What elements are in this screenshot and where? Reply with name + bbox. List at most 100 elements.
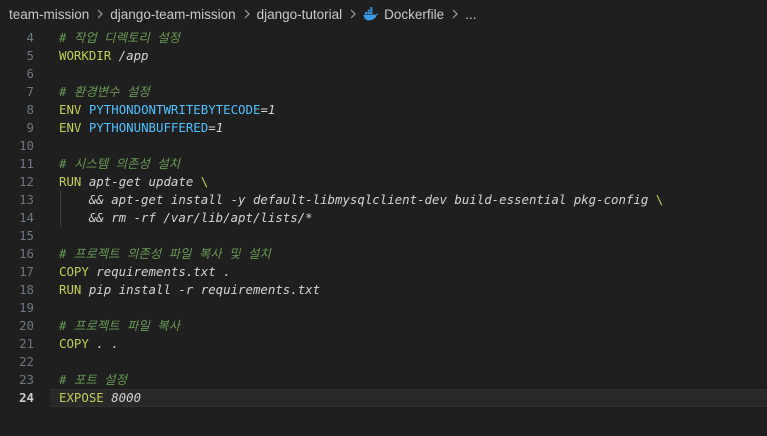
code-token-num: 8000	[103, 390, 142, 405]
code-token-comment: # 프로젝트 파일 복사	[59, 318, 181, 333]
code-line[interactable]: 6	[0, 65, 767, 83]
code-token-op	[81, 102, 88, 117]
line-number: 17	[19, 264, 34, 279]
line-number: 18	[19, 282, 34, 297]
line-number: 13	[19, 192, 34, 207]
code-token-keyword: RUN	[59, 282, 82, 297]
code-line-text: EXPOSE 8000	[59, 389, 141, 407]
code-line[interactable]: 16 # 프로젝트 의존성 파일 복사 및 설치	[0, 245, 767, 263]
code-token-plain: && apt-get install -y default-libmysqlcl…	[59, 192, 656, 207]
chevron-right-icon	[244, 9, 250, 19]
code-line[interactable]: 8 ENV PYTHONDONTWRITEBYTECODE=1	[0, 101, 767, 119]
code-token-op: =	[260, 102, 268, 117]
code-token-comment: # 프로젝트 의존성 파일 복사 및 설치	[59, 246, 271, 261]
line-number: 22	[19, 354, 34, 369]
code-line-text: RUN apt-get update \	[59, 173, 208, 191]
code-line[interactable]: 17 COPY requirements.txt .	[0, 263, 767, 281]
line-number: 10	[19, 138, 34, 153]
code-line[interactable]: 21 COPY . .	[0, 335, 767, 353]
code-line-text: WORKDIR /app	[59, 47, 149, 65]
code-token-plain: apt-get update	[81, 174, 201, 189]
code-token-plain: pip install -r requirements.txt	[81, 282, 321, 297]
code-token-keyword: COPY	[59, 336, 89, 351]
chevron-right-icon	[452, 9, 459, 19]
breadcrumb: team-mission django-team-mission django-…	[0, 0, 767, 28]
code-token-comment: # 환경변수 설정	[59, 84, 150, 99]
code-token-comment: # 포트 설정	[59, 372, 127, 387]
line-number: 14	[19, 210, 34, 225]
docker-icon	[363, 7, 379, 21]
code-token-keyword: ENV	[59, 120, 82, 135]
code-token-var: PYTHONUNBUFFERED	[88, 120, 209, 135]
code-line[interactable]: 4 # 작업 디렉토리 설정	[0, 29, 767, 47]
code-line-text: ENV PYTHONUNBUFFERED=1	[59, 119, 223, 137]
line-number: 12	[19, 174, 34, 189]
line-number: 11	[19, 156, 34, 171]
code-line-text: # 환경변수 설정	[59, 83, 150, 101]
code-line-text: COPY requirements.txt .	[59, 263, 231, 281]
code-token-plain: . .	[88, 336, 119, 351]
breadcrumb-item-team-mission[interactable]: team-mission	[9, 7, 89, 22]
code-line[interactable]: 24 EXPOSE 8000	[0, 389, 767, 407]
code-line[interactable]: 9 ENV PYTHONUNBUFFERED=1	[0, 119, 767, 137]
line-number: 20	[19, 318, 34, 333]
code-line-text: # 프로젝트 파일 복사	[59, 317, 180, 335]
code-line[interactable]: 13 && apt-get install -y default-libmysq…	[0, 191, 767, 209]
line-number: 7	[26, 84, 34, 99]
code-line[interactable]: 14 && rm -rf /var/lib/apt/lists/*	[0, 209, 767, 227]
code-editor[interactable]: team-mission django-team-mission django-…	[0, 0, 767, 436]
code-line[interactable]: 22	[0, 353, 767, 371]
chevron-right-icon	[350, 9, 357, 19]
code-line[interactable]: 7 # 환경변수 설정	[0, 83, 767, 101]
code-line[interactable]: 12 RUN apt-get update \	[0, 173, 767, 191]
code-token-var: PYTHONDONTWRITEBYTECODE	[88, 102, 261, 117]
code-line[interactable]: 5 WORKDIR /app	[0, 47, 767, 65]
code-token-num: 1	[267, 102, 276, 117]
code-token-op	[81, 120, 88, 135]
code-line[interactable]: 23 # 포트 설정	[0, 371, 767, 389]
line-number: 24	[19, 390, 34, 405]
line-number: 9	[26, 120, 34, 135]
code-line-text: COPY . .	[59, 335, 119, 353]
code-line-text: && rm -rf /var/lib/apt/lists/*	[59, 209, 313, 227]
code-line[interactable]: 18 RUN pip install -r requirements.txt	[0, 281, 767, 299]
code-token-keyword: \	[200, 174, 209, 189]
line-number: 23	[19, 372, 34, 387]
code-token-keyword: EXPOSE	[59, 390, 104, 405]
code-token-comment: # 작업 디렉토리 설정	[59, 30, 181, 45]
line-number: 6	[26, 66, 34, 81]
code-token-plain: /app	[111, 48, 149, 63]
line-number: 5	[26, 48, 34, 63]
breadcrumb-item-django-team-mission[interactable]: django-team-mission	[110, 7, 235, 22]
line-number: 8	[26, 102, 34, 117]
code-area[interactable]: 4 # 작업 디렉토리 설정 5 WORKDIR /app 6 7 # 환경변수 설정 8 EN…	[0, 29, 767, 407]
code-token-keyword: COPY	[59, 264, 89, 279]
breadcrumb-file-label: Dockerfile	[384, 6, 445, 22]
code-token-keyword: WORKDIR	[59, 48, 112, 63]
code-line-text: ENV PYTHONDONTWRITEBYTECODE=1	[59, 101, 275, 119]
code-token-op: =	[208, 120, 216, 135]
line-number: 19	[19, 300, 34, 315]
code-line[interactable]: 11 # 시스템 의존성 설치	[0, 155, 767, 173]
code-line-text: RUN pip install -r requirements.txt	[59, 281, 320, 299]
line-number: 15	[19, 228, 34, 243]
code-line[interactable]: 20 # 프로젝트 파일 복사	[0, 317, 767, 335]
line-number: 21	[19, 336, 34, 351]
breadcrumb-more[interactable]: ...	[465, 7, 476, 22]
code-token-keyword: RUN	[59, 174, 82, 189]
code-line-text: # 프로젝트 의존성 파일 복사 및 설치	[59, 245, 271, 263]
code-line[interactable]: 10	[0, 137, 767, 155]
code-line[interactable]: 15	[0, 227, 767, 245]
code-line[interactable]: 19	[0, 299, 767, 317]
breadcrumb-item-django-tutorial[interactable]: django-tutorial	[257, 7, 343, 22]
breadcrumb-item-dockerfile[interactable]: Dockerfile	[363, 7, 444, 22]
code-token-plain: && rm -rf /var/lib/apt/lists/*	[59, 210, 313, 225]
chevron-right-icon	[97, 9, 104, 19]
code-token-keyword: \	[655, 192, 664, 207]
code-line-text: # 작업 디렉토리 설정	[59, 29, 180, 47]
code-token-keyword: ENV	[59, 102, 82, 117]
code-token-plain: requirements.txt .	[88, 264, 231, 279]
code-line-text: && apt-get install -y default-libmysqlcl…	[59, 191, 663, 209]
code-token-comment: # 시스템 의존성 설치	[59, 156, 181, 171]
line-number: 4	[26, 30, 34, 45]
